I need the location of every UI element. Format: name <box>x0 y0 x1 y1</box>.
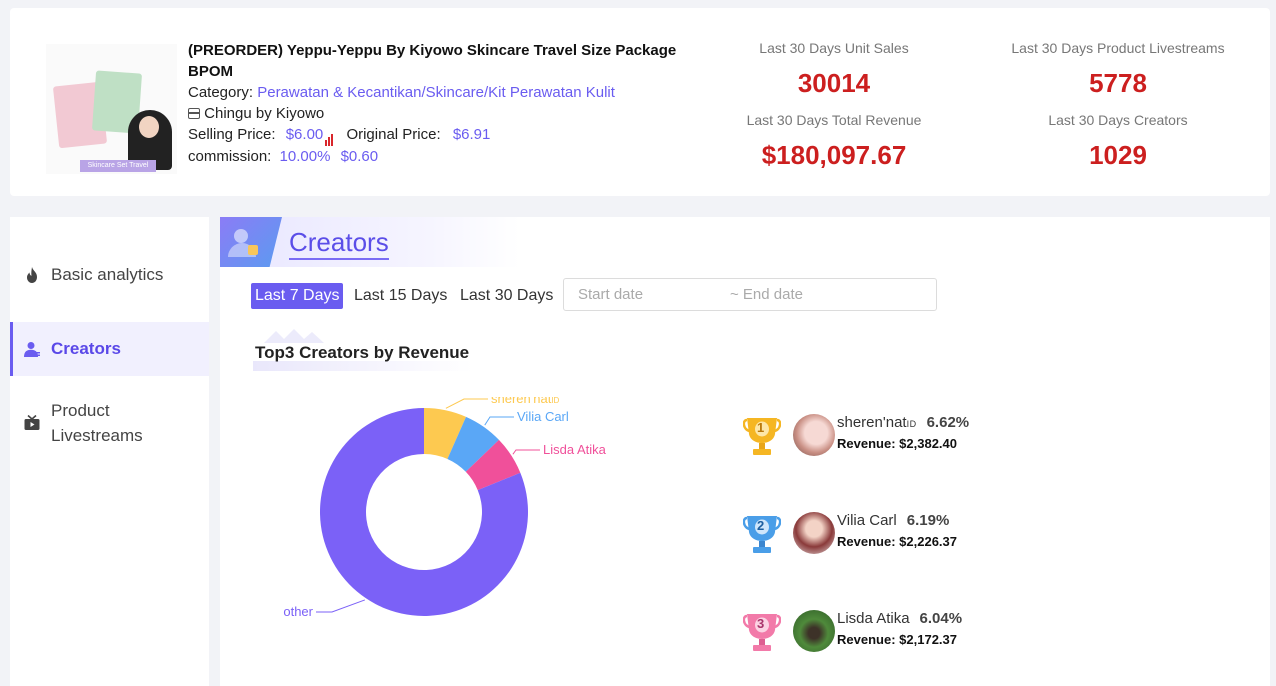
revenue-donut-chart: sheren'natID Vilia Carl Lisda Atika other <box>283 397 607 619</box>
sidebar-item-label: Creators <box>51 339 121 358</box>
start-date-input[interactable]: Start date <box>578 286 643 303</box>
revenue-value: $2,382.40 <box>899 436 957 451</box>
shop-row[interactable]: Chingu by Kiyowo <box>188 103 698 124</box>
range-last-7-days[interactable]: Last 7 Days <box>251 283 344 309</box>
avatar[interactable] <box>793 610 835 652</box>
stat-value: 30014 <box>797 68 871 98</box>
sidebar-item-label: Basic analytics <box>51 265 164 284</box>
category-label: Category: <box>188 84 254 101</box>
creator-share: 6.62% <box>926 414 970 431</box>
donut-label: other <box>283 604 313 619</box>
shop-icon <box>188 108 200 119</box>
revenue-value: $2,172.37 <box>899 632 957 647</box>
stat-value: 1029 <box>1089 140 1147 170</box>
creator-name-text: sheren'nat <box>837 414 907 431</box>
donut-leader-line <box>484 416 514 426</box>
creator-revenue: Revenue: $2,226.37 <box>837 534 957 549</box>
rank-number: 1 <box>757 420 765 435</box>
price-row: Selling Price: $6.00 Original Price: $6.… <box>188 124 698 146</box>
range-last-15-days[interactable]: Last 15 Days <box>350 283 451 309</box>
creator-name-text: Lisda Atika <box>837 610 910 627</box>
sidebar-item-label: Product Livestreams <box>51 401 143 445</box>
donut-leader-line <box>445 398 488 409</box>
creator-name[interactable]: Vilia Carl 6.19% <box>837 512 949 529</box>
chart-title: Top3 Creators by Revenue <box>255 343 470 362</box>
revenue-value: $2,226.37 <box>899 534 957 549</box>
shop-name[interactable]: Chingu by Kiyowo <box>204 105 324 122</box>
section-title-underline <box>289 258 389 260</box>
sidebar: Basic analytics Creators Product Livestr… <box>10 217 209 686</box>
stat-livestreams: Last 30 Days Product Livestreams 5778 <box>978 40 1258 99</box>
creator-revenue: Revenue: $2,172.37 <box>837 632 957 647</box>
donut-label: Lisda Atika <box>543 442 607 457</box>
sidebar-item-creators[interactable]: Creators <box>10 322 209 376</box>
stat-label: Last 30 Days Total Revenue <box>746 112 922 128</box>
stat-total-revenue: Last 30 Days Total Revenue $180,097.67 <box>694 112 974 171</box>
stat-value: $180,097.67 <box>761 140 907 170</box>
product-thumbnail[interactable]: Skincare Set Travel Size <box>46 44 177 174</box>
rank-number: 2 <box>757 518 765 533</box>
title-decoration <box>264 329 324 343</box>
donut-leader-line <box>512 449 540 455</box>
original-price-label: Original Price: <box>346 126 441 143</box>
date-range-picker[interactable]: Start date ~ End date <box>563 278 937 311</box>
commission-amount: $0.60 <box>340 147 379 165</box>
revenue-label: Revenue: <box>837 632 896 647</box>
donut-leader-line <box>316 599 366 613</box>
thumbnail-header <box>56 50 136 64</box>
rank-number: 3 <box>757 616 765 631</box>
price-trend-icon[interactable] <box>325 125 334 146</box>
stat-label: Last 30 Days Product Livestreams <box>1011 40 1225 56</box>
creator-share: 6.04% <box>919 610 963 627</box>
creator-name-text: Vilia Carl <box>837 512 897 529</box>
creator-name[interactable]: sheren'natID 6.62% <box>837 414 969 431</box>
user-icon <box>24 341 40 357</box>
commission-label: commission: <box>188 147 272 165</box>
stat-unit-sales: Last 30 Days Unit Sales 30014 <box>694 40 974 99</box>
category-row: Category: Perawatan & Kecantikan/Skincar… <box>188 82 698 103</box>
creator-name[interactable]: Lisda Atika 6.04% <box>837 610 962 627</box>
creator-revenue: Revenue: $2,382.40 <box>837 436 957 451</box>
donut-label: Vilia Carl <box>517 409 569 424</box>
selling-price-label: Selling Price: <box>188 126 276 143</box>
commission-row: commission: 10.00% $0.60 <box>188 146 698 167</box>
thumbnail-face <box>139 116 159 138</box>
original-price-value: $6.91 <box>452 126 491 143</box>
stat-value: 5778 <box>1089 68 1147 98</box>
avatar[interactable] <box>793 512 835 554</box>
creators-panel: Creators Last 7 Days Last 15 Days Last 3… <box>220 217 1270 686</box>
region-badge: ID <box>906 419 917 429</box>
thumbnail-band: Skincare Set Travel Size <box>80 160 156 172</box>
sidebar-item-product-livestreams[interactable]: Product Livestreams <box>10 397 209 449</box>
category-link[interactable]: Perawatan & Kecantikan/Skincare/Kit Pera… <box>257 84 615 101</box>
avatar[interactable] <box>793 414 835 456</box>
product-card: Skincare Set Travel Size (PREORDER) Yepp… <box>10 8 1270 196</box>
donut-label: sheren'natID <box>491 397 560 406</box>
stat-creators: Last 30 Days Creators 1029 <box>978 112 1258 171</box>
section-title: Creators <box>289 227 389 257</box>
creator-share: 6.19% <box>906 512 950 529</box>
stat-label: Last 30 Days Unit Sales <box>759 40 909 56</box>
selling-price-value: $6.00 <box>285 126 324 143</box>
revenue-label: Revenue: <box>837 436 896 451</box>
range-last-30-days[interactable]: Last 30 Days <box>456 283 557 309</box>
fire-icon <box>24 267 40 283</box>
commission-rate: 10.00% <box>279 147 331 165</box>
revenue-label: Revenue: <box>837 534 896 549</box>
sidebar-item-basic-analytics[interactable]: Basic analytics <box>10 257 209 293</box>
tv-icon <box>24 414 40 431</box>
product-title[interactable]: (PREORDER) Yeppu-Yeppu By Kiyowo Skincar… <box>188 40 698 82</box>
product-info: (PREORDER) Yeppu-Yeppu By Kiyowo Skincar… <box>188 40 698 167</box>
donut-label-badge: ID <box>551 397 559 405</box>
stat-label: Last 30 Days Creators <box>1048 112 1188 128</box>
end-date-input[interactable]: ~ End date <box>730 286 803 303</box>
